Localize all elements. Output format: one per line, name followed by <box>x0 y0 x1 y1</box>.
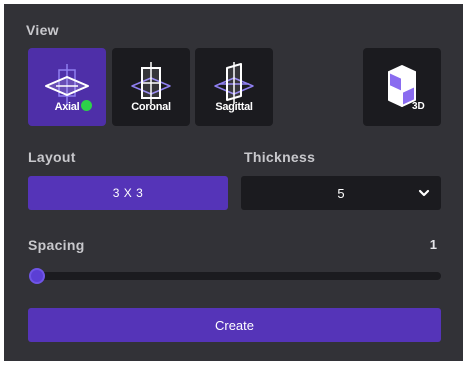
thickness-select[interactable]: 5 <box>241 176 441 210</box>
thickness-section-label: Thickness <box>244 149 316 165</box>
coronal-plane-icon <box>131 62 171 104</box>
chevron-down-icon <box>418 189 430 197</box>
thickness-value: 5 <box>337 185 345 201</box>
cube-3d-icon: 3D <box>388 65 425 112</box>
view-button-label: Axial <box>54 101 80 113</box>
view-button-coronal[interactable]: Coronal <box>112 48 190 126</box>
view-section-label: View <box>26 22 59 38</box>
view-button-label: Sagittal <box>215 101 253 113</box>
spacing-section-label: Spacing <box>28 237 85 253</box>
view-settings-panel: View Axial Coronal Sagittal 3D Layout Th… <box>4 4 463 361</box>
create-button[interactable]: Create <box>28 308 441 342</box>
3d-label: 3D <box>412 101 425 112</box>
active-indicator-dot <box>81 100 92 111</box>
spacing-slider-thumb[interactable] <box>29 268 45 284</box>
view-button-3d[interactable]: 3D <box>363 48 441 126</box>
view-button-axial[interactable]: Axial <box>28 48 106 126</box>
sagittal-plane-icon <box>214 62 254 104</box>
layout-button[interactable]: 3 X 3 <box>28 176 228 210</box>
spacing-value: 1 <box>429 237 437 252</box>
spacing-slider-track[interactable] <box>31 272 441 280</box>
view-button-label: Coronal <box>131 101 171 113</box>
axial-plane-icon <box>45 64 89 104</box>
view-button-sagittal[interactable]: Sagittal <box>195 48 273 126</box>
layout-section-label: Layout <box>28 149 76 165</box>
